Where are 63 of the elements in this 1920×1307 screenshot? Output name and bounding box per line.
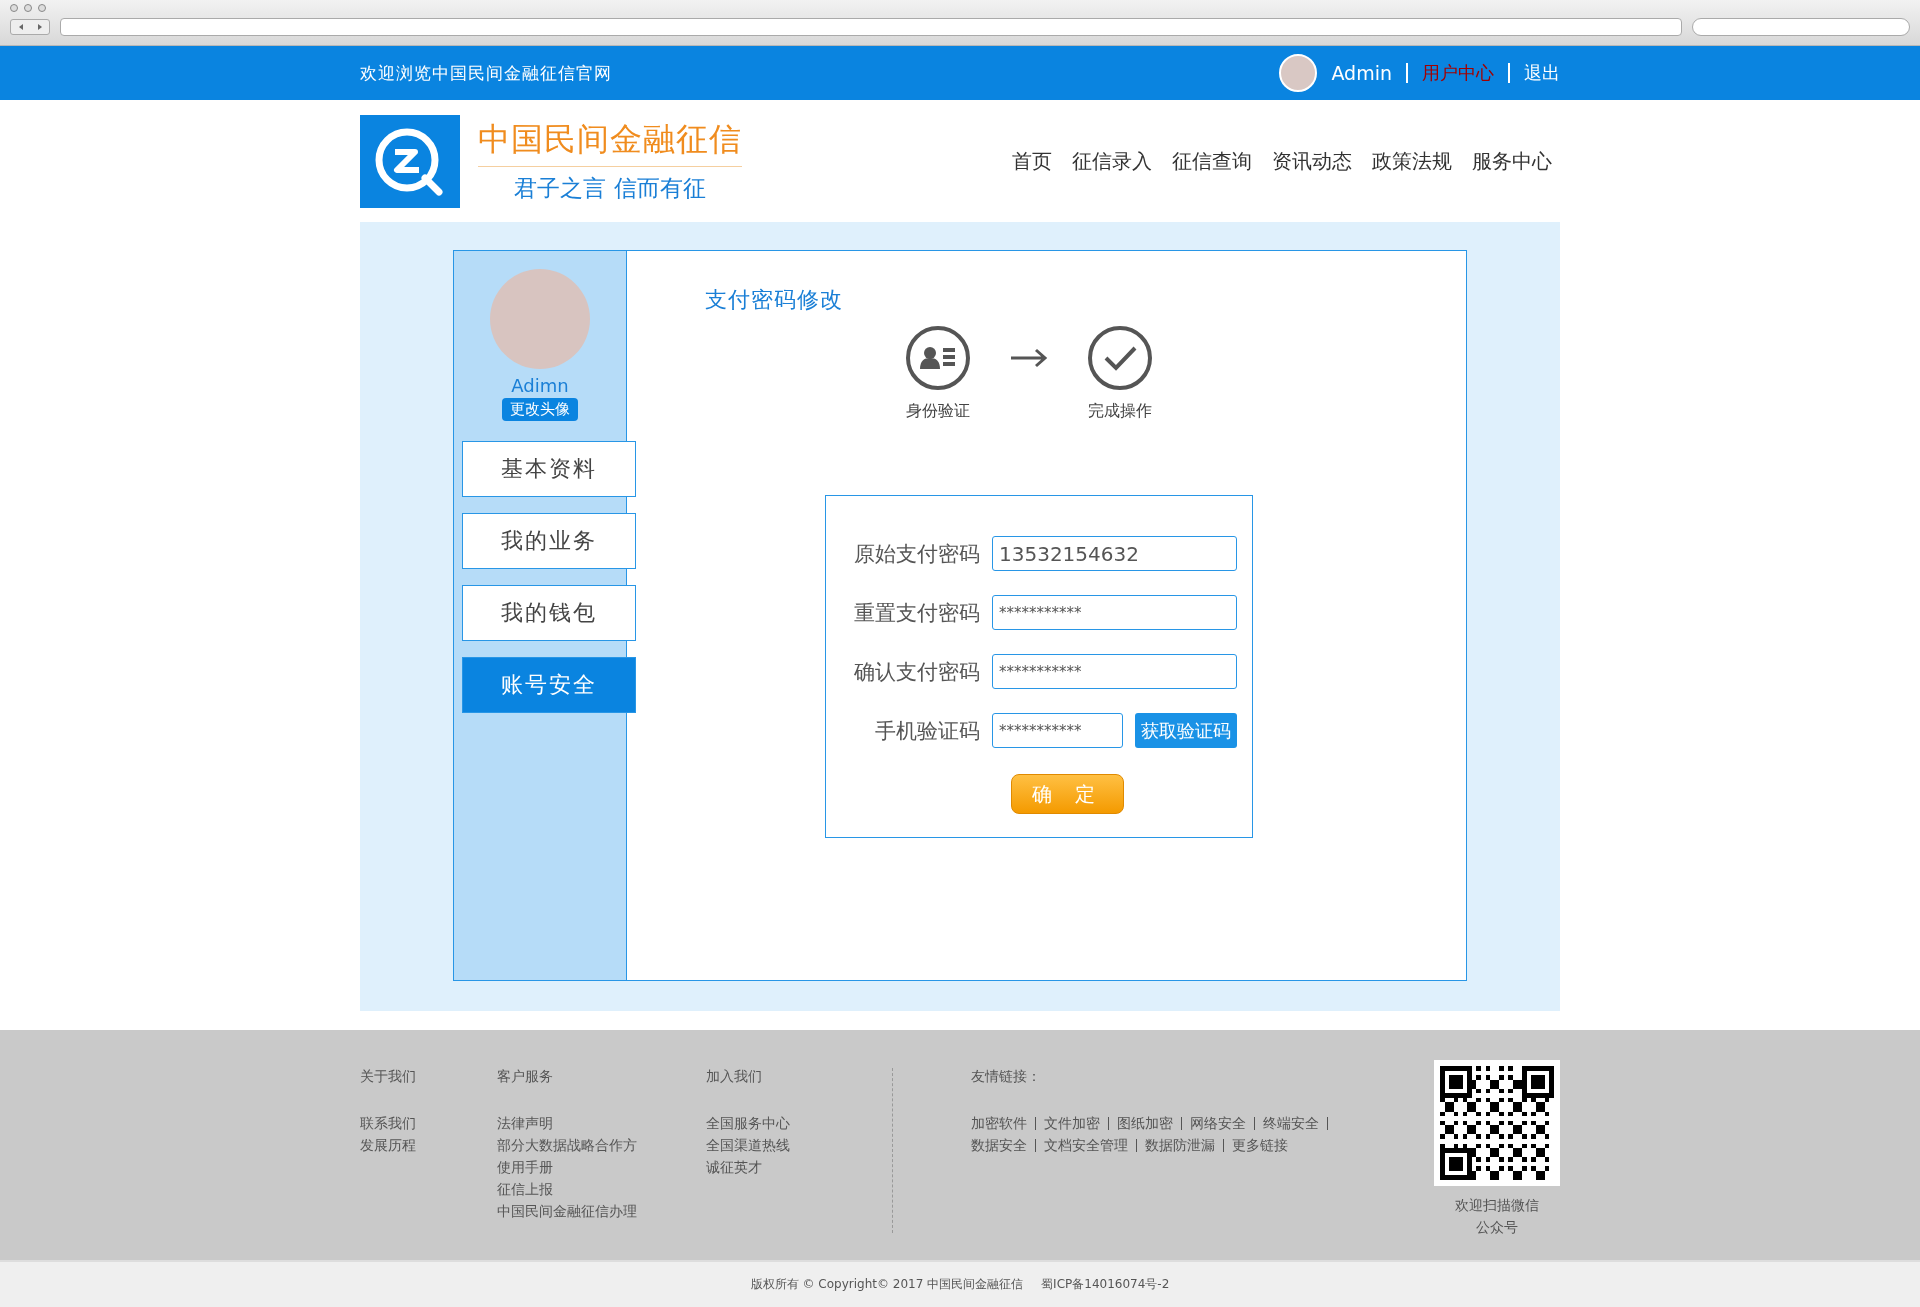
copyright-text: 版权所有 © Copyright© 2017 中国民间金融征信 <box>750 1276 1024 1293</box>
friend-link[interactable]: 终端安全 <box>1263 1112 1319 1134</box>
nav-link[interactable]: 服务中心 <box>1472 147 1552 175</box>
input-field[interactable]: *********** <box>992 654 1237 689</box>
input-field[interactable]: *********** <box>992 713 1123 748</box>
input-field[interactable]: 13532154632 <box>992 536 1237 571</box>
friend-link[interactable]: 数据安全 <box>971 1134 1027 1156</box>
footer-heading: 加入我们 <box>706 1068 763 1086</box>
friend-link[interactable]: 文件加密 <box>1044 1112 1100 1134</box>
sidebar-item[interactable]: 我的钱包 <box>462 585 636 641</box>
footer-link[interactable]: 征信上报 <box>497 1178 706 1200</box>
back-forward-buttons[interactable] <box>10 19 50 35</box>
welcome-text: 欢迎浏览中国民间金融征信官网 <box>360 61 612 85</box>
footer-heading: 友情链接： <box>971 1068 1042 1086</box>
footer-link[interactable]: 发展历程 <box>360 1134 497 1156</box>
footer-link[interactable]: 部分大数据战略合作方 <box>497 1134 706 1156</box>
field-label: 重置支付密码 <box>853 599 980 627</box>
footer-link[interactable]: 中国民间金融征信办理 <box>497 1200 706 1222</box>
nav-link[interactable]: 政策法规 <box>1372 147 1452 175</box>
arrow-icon <box>1009 347 1049 369</box>
footer-link[interactable]: 诚征英才 <box>706 1156 870 1178</box>
friend-link[interactable]: 更多链接 <box>1232 1134 1288 1156</box>
friend-link[interactable]: 网络安全 <box>1190 1112 1246 1134</box>
nav-link[interactable]: 征信录入 <box>1072 147 1152 175</box>
sidebar-item[interactable]: 基本资料 <box>462 441 636 497</box>
input-field[interactable]: *********** <box>992 595 1237 630</box>
field-label: 确认支付密码 <box>853 658 980 686</box>
footer-link[interactable]: 全国渠道热线 <box>706 1134 870 1156</box>
user-name: Adimn <box>511 375 569 396</box>
field-label: 手机验证码 <box>874 717 980 745</box>
brand-name: 中国民间金融征信 <box>478 118 742 167</box>
icp-number: 蜀ICP备14016074号-2 <box>1041 1276 1170 1293</box>
qr-code-icon <box>1434 1060 1560 1186</box>
friend-link[interactable]: 加密软件 <box>971 1112 1027 1134</box>
footer-heading: 客户服务 <box>497 1068 554 1086</box>
step-label: 身份验证 <box>906 401 970 422</box>
nav-link[interactable]: 首页 <box>1012 147 1052 175</box>
qr-caption: 欢迎扫描微信公众号 <box>1454 1196 1540 1237</box>
sidebar-item[interactable]: 账号安全 <box>462 657 636 713</box>
nav-link[interactable]: 征信查询 <box>1172 147 1252 175</box>
footer-link[interactable]: 全国服务中心 <box>706 1112 870 1134</box>
change-avatar-button[interactable]: 更改头像 <box>502 398 578 421</box>
friend-link[interactable]: 文档安全管理 <box>1044 1134 1128 1156</box>
footer-heading: 关于我们 <box>360 1068 417 1086</box>
friend-link[interactable]: 数据防泄漏 <box>1145 1134 1215 1156</box>
sidebar-item[interactable]: 我的业务 <box>462 513 636 569</box>
avatar-placeholder <box>1279 54 1318 92</box>
footer-link[interactable]: 联系我们 <box>360 1112 497 1134</box>
footer-link[interactable]: 使用手册 <box>497 1156 706 1178</box>
footer-link[interactable]: 法律声明 <box>497 1112 706 1134</box>
friend-link[interactable]: 图纸加密 <box>1117 1112 1173 1134</box>
checkmark-icon <box>1087 325 1153 391</box>
page-title: 支付密码修改 <box>705 286 844 314</box>
field-label: 原始支付密码 <box>853 540 980 568</box>
nav-link[interactable]: 资讯动态 <box>1272 147 1352 175</box>
search-field[interactable] <box>1692 18 1910 36</box>
get-code-button[interactable]: 获取验证码 <box>1135 713 1237 748</box>
step-label: 完成操作 <box>1088 401 1152 422</box>
id-card-icon <box>905 325 971 391</box>
user-name: Admin <box>1331 62 1392 84</box>
address-bar[interactable] <box>60 18 1682 36</box>
top-link[interactable]: 退出 <box>1524 61 1560 85</box>
brand-slogan: 君子之言 信而有征 <box>514 174 706 203</box>
